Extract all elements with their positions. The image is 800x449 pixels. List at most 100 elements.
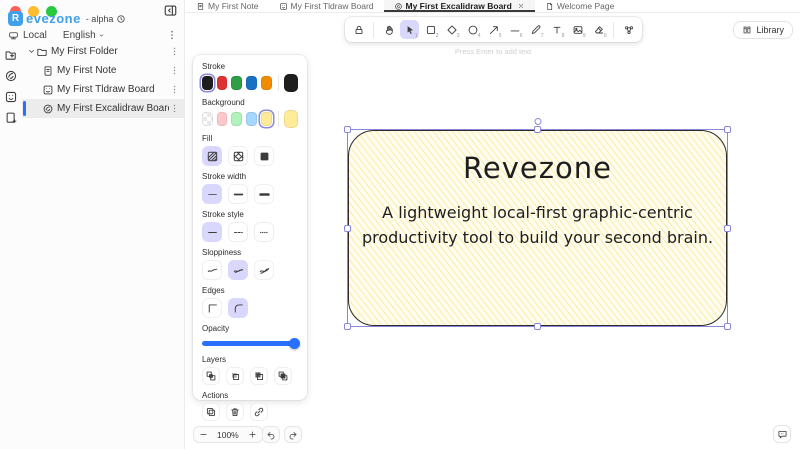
resize-handle-nw[interactable]	[344, 126, 351, 133]
sloppiness-artist-button[interactable]	[228, 260, 248, 280]
opacity-slider[interactable]	[202, 337, 300, 349]
item-menu-icon[interactable]	[169, 46, 180, 57]
sloppiness-architect-button[interactable]	[202, 260, 222, 280]
workspace-menu-icon[interactable]	[166, 29, 178, 41]
image-icon	[572, 24, 584, 36]
collapse-sidebar-icon[interactable]	[163, 3, 178, 18]
sidebar: R evezone - alpha Local English My First…	[0, 0, 185, 449]
resize-handle-ne[interactable]	[724, 126, 731, 133]
actions-link-button[interactable]	[250, 403, 268, 421]
resize-handle-sw[interactable]	[344, 323, 351, 330]
edges-sharp-button[interactable]	[202, 298, 222, 318]
history-clock-icon[interactable]	[116, 14, 126, 24]
language-value: English	[62, 29, 96, 41]
stroke-current-color[interactable]	[284, 74, 299, 92]
tool-eraser[interactable]: 0	[589, 20, 608, 39]
tool-ellipse[interactable]: 4	[463, 20, 482, 39]
tool-arrow[interactable]: 5	[484, 20, 503, 39]
tool-diamond[interactable]: 3	[442, 20, 461, 39]
opacity-slider-thumb[interactable]	[289, 337, 300, 349]
resize-handle-se[interactable]	[724, 323, 731, 330]
sidebar-item-label: My First Excalidraw Board	[57, 103, 169, 114]
tldraw-icon	[279, 2, 288, 11]
add-excalidraw-button[interactable]	[4, 67, 18, 81]
resize-handle-e[interactable]	[724, 224, 731, 232]
stroke_width-bold-button[interactable]	[228, 184, 248, 204]
zoom-out-button[interactable]	[194, 427, 212, 442]
tab-note[interactable]: My First Note	[186, 0, 269, 12]
tool-lock[interactable]	[349, 20, 368, 39]
sidebar-item-folder[interactable]: My First Folder	[22, 42, 184, 61]
stroke-color-swatch[interactable]	[231, 76, 243, 90]
item-menu-icon[interactable]	[169, 103, 180, 114]
resize-handle-s[interactable]	[534, 323, 541, 330]
tool-hand[interactable]	[379, 20, 398, 39]
fill-cross-hatch-button[interactable]	[228, 146, 248, 166]
chevron-down-icon[interactable]	[27, 47, 36, 56]
tab-tldraw[interactable]: My First Tldraw Board	[269, 0, 384, 12]
rotate-handle[interactable]	[534, 118, 541, 125]
tool-shortcut: 2	[435, 32, 439, 39]
layers-send-to-back-button[interactable]	[202, 367, 220, 385]
tool-line[interactable]: 6	[505, 20, 524, 39]
item-menu-icon[interactable]	[169, 65, 180, 76]
background-color-swatch[interactable]	[231, 112, 243, 126]
edges-round-button[interactable]	[228, 298, 248, 318]
fill-hachure-button[interactable]	[202, 146, 222, 166]
tool-image[interactable]: 9	[568, 20, 587, 39]
background-current-color[interactable]	[284, 110, 299, 128]
tab-excalidraw[interactable]: My First Excalidraw Board	[383, 0, 536, 12]
resize-handle-w[interactable]	[344, 224, 351, 232]
tab-page[interactable]: Welcome Page	[535, 0, 624, 12]
background-color-swatch[interactable]	[216, 112, 228, 126]
redo-button[interactable]	[284, 426, 302, 443]
language-select[interactable]: English	[63, 30, 105, 41]
link-icon	[253, 406, 265, 418]
eraser-icon	[593, 24, 605, 36]
actions-duplicate-button[interactable]	[202, 403, 220, 421]
stroke-color-swatch[interactable]	[260, 76, 272, 90]
tool-rectangle[interactable]: 2	[421, 20, 440, 39]
fill-solid-button[interactable]	[254, 146, 274, 166]
add-note-button[interactable]	[4, 109, 18, 123]
tab-close-icon[interactable]	[517, 2, 525, 10]
stroke_width-extra-bold-button[interactable]	[254, 184, 274, 204]
card-description-line1: A lightweight local-first graphic-centri…	[382, 203, 693, 222]
sidebar-item-label: My First Note	[57, 65, 117, 76]
stroke_style-solid-button[interactable]	[202, 222, 222, 242]
help-button[interactable]	[773, 425, 791, 443]
arrow-icon	[488, 24, 500, 36]
stroke-color-swatch[interactable]	[216, 76, 228, 90]
layers-send-backward-button[interactable]	[226, 367, 244, 385]
resize-handle-n[interactable]	[534, 126, 541, 133]
add-folder-button[interactable]	[4, 46, 18, 60]
tab-label: Welcome Page	[556, 1, 615, 11]
add-tldraw-button[interactable]	[4, 88, 18, 102]
sidebar-item-excalidraw[interactable]: My First Excalidraw Board	[22, 99, 184, 118]
layers-bring-forward-button[interactable]	[250, 367, 268, 385]
tool-text[interactable]: 8	[547, 20, 566, 39]
sidebar-item-note[interactable]: My First Note	[22, 61, 184, 80]
library-button[interactable]: Library	[733, 21, 793, 39]
tool-selection[interactable]: 1	[400, 20, 419, 39]
chevron-down-icon	[98, 32, 105, 39]
stroke-color-swatch[interactable]	[202, 76, 213, 90]
actions-delete-button[interactable]	[226, 403, 244, 421]
stroke_style-dashed-button[interactable]	[228, 222, 248, 242]
canvas-card[interactable]: Revezone A lightweight local-first graph…	[348, 130, 727, 326]
undo-button[interactable]	[262, 426, 280, 443]
tool-draw[interactable]: 7	[526, 20, 545, 39]
layers-bring-to-front-button[interactable]	[274, 367, 292, 385]
stroke_width-thin-button[interactable]	[202, 184, 222, 204]
background-color-swatch[interactable]	[246, 112, 257, 126]
item-menu-icon[interactable]	[169, 84, 180, 95]
background-color-swatch[interactable]	[260, 112, 272, 126]
stroke-color-swatch[interactable]	[246, 76, 257, 90]
zoom-level[interactable]: 100%	[212, 430, 244, 440]
sloppiness-cartoonist-button[interactable]	[254, 260, 274, 280]
background-color-swatch[interactable]	[202, 112, 213, 126]
zoom-in-button[interactable]	[244, 427, 262, 442]
tool-extra-tools[interactable]	[619, 20, 638, 39]
stroke_style-dotted-button[interactable]	[254, 222, 274, 242]
sidebar-item-tldraw[interactable]: My First Tldraw Board	[22, 80, 184, 99]
